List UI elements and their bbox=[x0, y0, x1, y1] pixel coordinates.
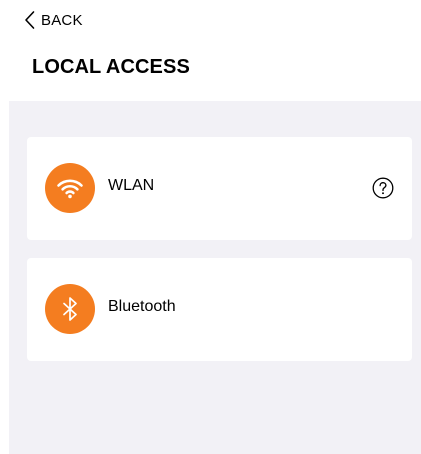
back-label: BACK bbox=[41, 11, 83, 29]
wlan-option-card[interactable]: WLAN bbox=[27, 137, 412, 240]
bluetooth-option-card[interactable]: Bluetooth bbox=[27, 258, 412, 361]
bluetooth-label: Bluetooth bbox=[108, 298, 176, 315]
question-circle-icon[interactable] bbox=[372, 177, 394, 199]
page-title: LOCAL ACCESS bbox=[32, 56, 190, 78]
chevron-left-icon bbox=[24, 10, 35, 30]
wifi-icon bbox=[45, 163, 95, 213]
local-access-screen: BACK LOCAL ACCESS WLAN Bluetooth bbox=[0, 0, 421, 454]
options-panel: WLAN Bluetooth bbox=[9, 101, 421, 454]
bluetooth-icon bbox=[45, 284, 95, 334]
back-button[interactable]: BACK bbox=[24, 8, 83, 32]
wlan-label: WLAN bbox=[108, 177, 155, 194]
